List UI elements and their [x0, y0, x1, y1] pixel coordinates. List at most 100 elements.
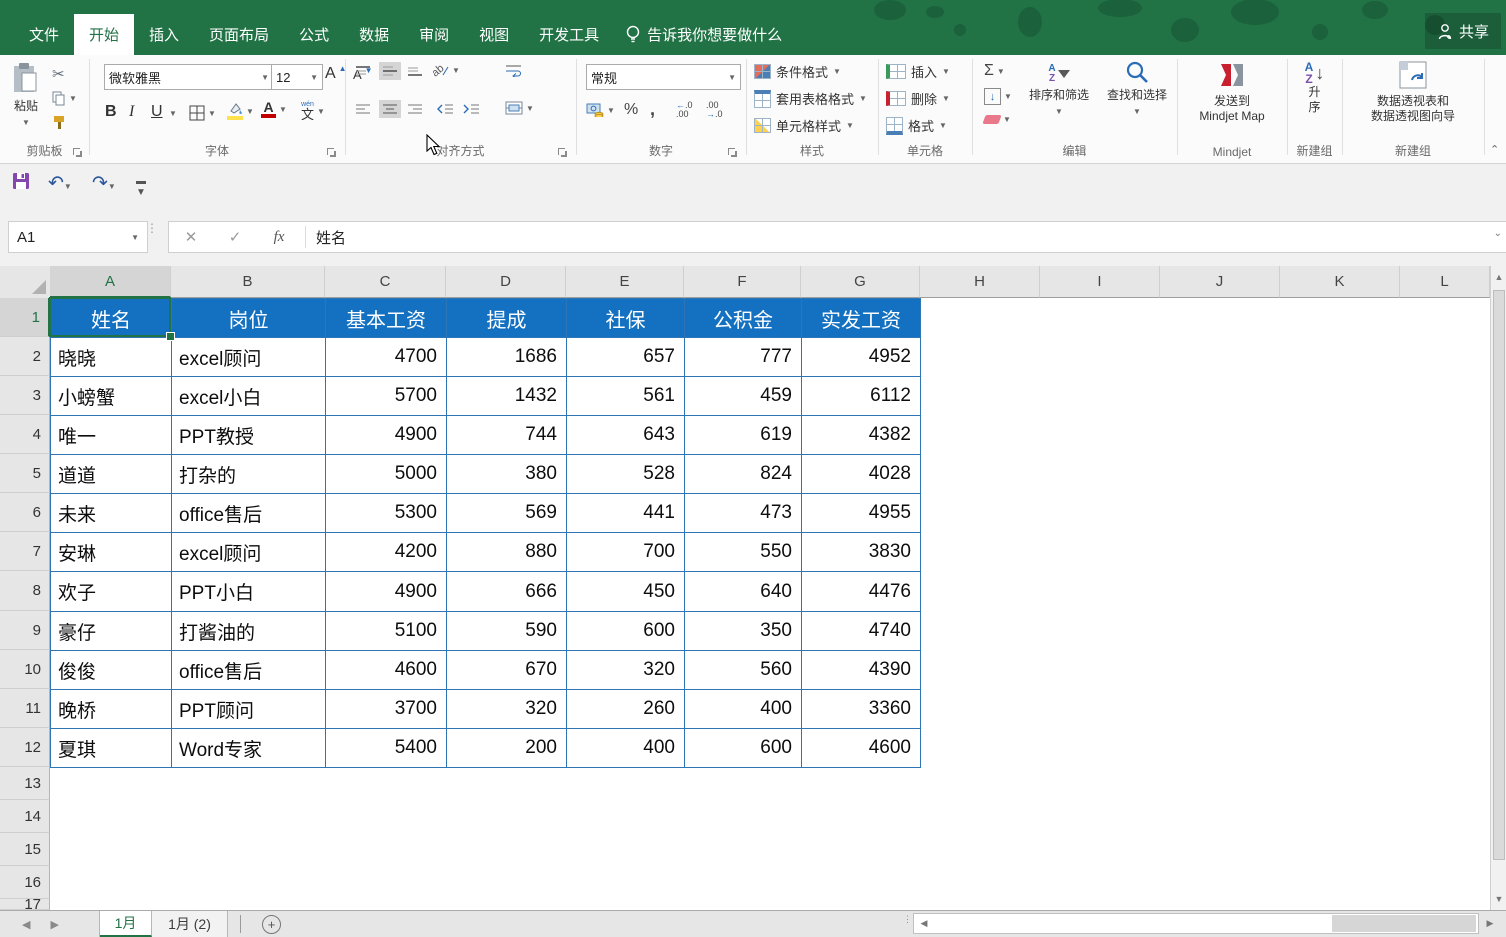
header-cell[interactable]: 岗位	[172, 299, 326, 338]
prev-sheet-button[interactable]: ◀	[22, 918, 30, 931]
format-painter-button[interactable]	[52, 115, 66, 130]
new-sheet-button[interactable]: +	[262, 915, 281, 934]
comma-style-button[interactable]: ,	[650, 99, 655, 120]
column-header-K[interactable]: K	[1280, 266, 1400, 298]
data-cell[interactable]: 528	[567, 455, 685, 494]
decrease-indent-button[interactable]	[437, 103, 454, 115]
row-header-10[interactable]: 10	[0, 650, 50, 689]
delete-cells-button[interactable]: 删除▼	[886, 89, 950, 108]
scroll-right-button[interactable]: ▶	[1481, 913, 1499, 934]
data-cell[interactable]: 俊俊	[51, 651, 172, 690]
accounting-format-button[interactable]: ▼	[586, 103, 615, 117]
header-cell[interactable]: 基本工资	[326, 299, 447, 338]
data-cell[interactable]: 4600	[802, 729, 921, 768]
data-cell[interactable]: 4952	[802, 338, 921, 377]
formula-input[interactable]: 姓名	[310, 227, 346, 248]
collapse-ribbon-button[interactable]: ⌃	[1490, 143, 1499, 156]
send-to-mindjet-button[interactable]: 发送到 Mindjet Map	[1182, 60, 1282, 124]
align-middle-button[interactable]	[379, 62, 401, 80]
row-header-16[interactable]: 16	[0, 866, 50, 899]
data-cell[interactable]: PPT顾问	[172, 690, 326, 729]
data-cell[interactable]: 380	[447, 455, 567, 494]
row-header-1[interactable]: 1	[0, 298, 50, 337]
data-cell[interactable]: 5000	[326, 455, 447, 494]
data-cell[interactable]: 5400	[326, 729, 447, 768]
tab-insert[interactable]: 插入	[134, 14, 194, 55]
data-cell[interactable]: 777	[685, 338, 802, 377]
data-cell[interactable]: 569	[447, 494, 567, 533]
data-cell[interactable]: 700	[567, 533, 685, 572]
data-cell[interactable]: 晚桥	[51, 690, 172, 729]
increase-indent-button[interactable]	[463, 103, 480, 115]
column-header-G[interactable]: G	[801, 266, 920, 298]
row-header-3[interactable]: 3	[0, 376, 50, 415]
data-cell[interactable]: 未来	[51, 494, 172, 533]
customize-qat-button[interactable]: ▬▼	[136, 176, 146, 198]
column-header-D[interactable]: D	[446, 266, 566, 298]
data-cell[interactable]: 3700	[326, 690, 447, 729]
header-cell[interactable]: 公积金	[685, 299, 802, 338]
sheet-tab-jan[interactable]: 1月	[100, 911, 152, 937]
data-cell[interactable]: 824	[685, 455, 802, 494]
row-header-4[interactable]: 4	[0, 415, 50, 454]
data-cell[interactable]: 4900	[326, 416, 447, 455]
align-center-button[interactable]	[379, 100, 401, 118]
data-cell[interactable]: 640	[685, 572, 802, 612]
column-header-E[interactable]: E	[566, 266, 684, 298]
increase-font-button[interactable]: A▲	[325, 65, 347, 83]
tab-formulas[interactable]: 公式	[284, 14, 344, 55]
data-cell[interactable]: 657	[567, 338, 685, 377]
copy-button[interactable]: ▼	[52, 91, 77, 106]
data-cell[interactable]: 260	[567, 690, 685, 729]
header-cell[interactable]: 提成	[447, 299, 567, 338]
data-cell[interactable]: 473	[685, 494, 802, 533]
font-color-button[interactable]: A ▼	[261, 101, 287, 118]
align-top-button[interactable]	[355, 65, 371, 77]
row-header-7[interactable]: 7	[0, 532, 50, 571]
data-cell[interactable]: 4700	[326, 338, 447, 377]
row-header-8[interactable]: 8	[0, 571, 50, 611]
data-cell[interactable]: 欢子	[51, 572, 172, 612]
clipboard-dialog-launcher[interactable]	[73, 148, 83, 158]
number-format-combo[interactable]: 常规▼	[586, 64, 741, 90]
fill-color-button[interactable]: ▼	[227, 103, 254, 120]
data-cell[interactable]: office售后	[172, 651, 326, 690]
column-header-H[interactable]: H	[920, 266, 1040, 298]
data-cell[interactable]: 666	[447, 572, 567, 612]
underline-button[interactable]: U	[151, 103, 163, 121]
font-dialog-launcher[interactable]	[327, 148, 337, 158]
row-header-9[interactable]: 9	[0, 611, 50, 650]
find-select-button[interactable]: 查找和选择 ▼	[1098, 60, 1176, 119]
data-cell[interactable]: 4900	[326, 572, 447, 612]
tab-page-layout[interactable]: 页面布局	[194, 14, 284, 55]
row-header-14[interactable]: 14	[0, 800, 50, 833]
row-header-2[interactable]: 2	[0, 337, 50, 376]
merge-center-button[interactable]: ▼	[505, 101, 534, 115]
data-cell[interactable]: 744	[447, 416, 567, 455]
data-cell[interactable]: 5700	[326, 377, 447, 416]
vertical-scrollbar[interactable]: ▲ ▼	[1490, 266, 1506, 910]
data-cell[interactable]: 3830	[802, 533, 921, 572]
sheet-tab-jan-2[interactable]: 1月 (2)	[152, 911, 228, 937]
data-cell[interactable]: 400	[685, 690, 802, 729]
data-cell[interactable]: 600	[567, 612, 685, 651]
data-cell[interactable]: 350	[685, 612, 802, 651]
increase-decimal-button[interactable]: ←.0.00	[676, 101, 693, 119]
tab-developer[interactable]: 开发工具	[524, 14, 614, 55]
data-cell[interactable]: 夏琪	[51, 729, 172, 768]
data-cell[interactable]: 400	[567, 729, 685, 768]
scroll-up-button[interactable]: ▲	[1492, 267, 1506, 287]
horizontal-scroll-thumb[interactable]	[1332, 915, 1476, 932]
data-cell[interactable]: 550	[685, 533, 802, 572]
data-cell[interactable]: 1432	[447, 377, 567, 416]
expand-formula-bar-button[interactable]: ⌄	[1494, 228, 1502, 239]
pivot-wizard-button[interactable]: 数据透视表和 数据透视图向导	[1353, 60, 1473, 124]
format-as-table-button[interactable]: 套用表格格式▼	[754, 89, 867, 108]
formula-bar-splitter[interactable]: ⋮	[146, 226, 158, 231]
data-cell[interactable]: 1686	[447, 338, 567, 377]
phonetic-guide-button[interactable]: wén 文 ▼	[301, 101, 325, 121]
number-dialog-launcher[interactable]	[728, 148, 738, 158]
data-cell[interactable]: PPT教授	[172, 416, 326, 455]
data-cell[interactable]: 打酱油的	[172, 612, 326, 651]
insert-cells-button[interactable]: 插入▼	[886, 62, 950, 81]
